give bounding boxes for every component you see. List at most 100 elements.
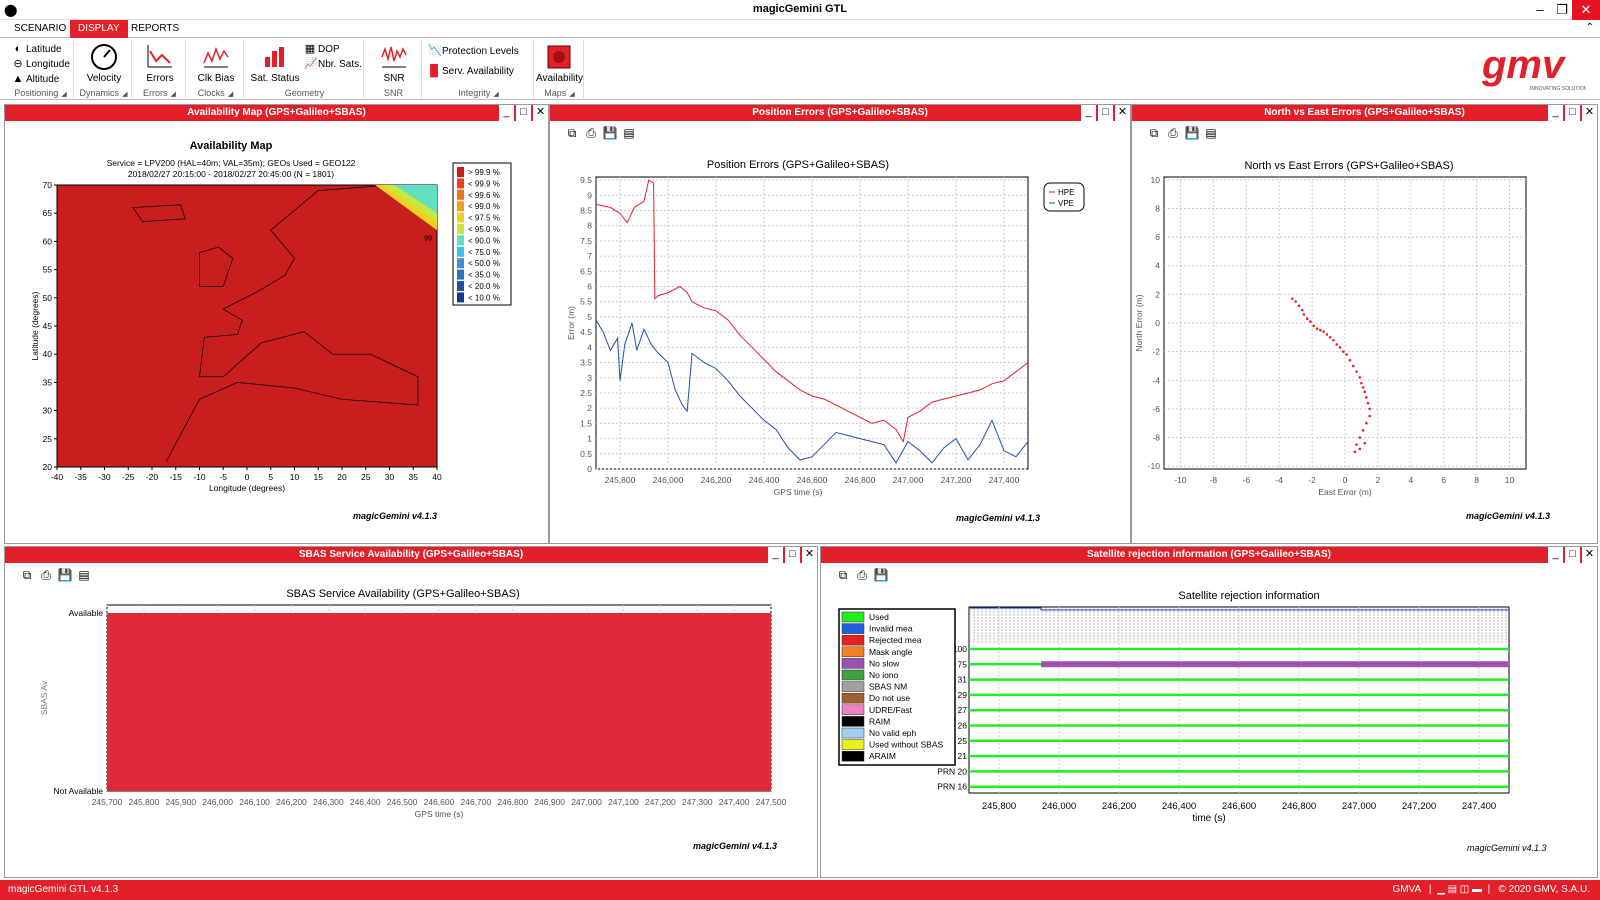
- legend-swatch: [457, 246, 464, 257]
- integrity-launcher-icon[interactable]: ◢: [493, 91, 498, 98]
- layout-tile-icon[interactable]: ▁ ▤ ◫ ▬: [1437, 884, 1482, 895]
- window-title: magicGemini GTL: [752, 3, 848, 15]
- group-positioning: ◐ Latitude ⊖ Longitude ▲ Altitude Positioni…: [8, 40, 74, 98]
- chart-subtitle: 2018/02/27 20:15:00 - 2018/02/27 20:45:0…: [128, 169, 334, 179]
- legend-swatch: [841, 704, 865, 716]
- dynamics-launcher-icon[interactable]: ◢: [122, 91, 127, 98]
- x-tick-label: 245,800: [605, 475, 636, 485]
- errors-button[interactable]: Errors: [136, 42, 184, 84]
- scatter-point: [1325, 333, 1329, 336]
- y-axis-label: North Error (m): [1134, 294, 1144, 351]
- legend-label: < 99.0 %: [468, 202, 500, 211]
- x-tick-label: 247,500: [756, 797, 787, 807]
- collapse-ribbon-icon[interactable]: ⌃: [1586, 22, 1594, 33]
- minimize-button[interactable]: –: [1528, 0, 1552, 20]
- x-tick-label: 8: [1474, 475, 1479, 485]
- position-errors-panel: Position Errors (GPS+Galileo+SBAS) _ □ ✕…: [549, 104, 1131, 544]
- snr-button[interactable]: SNR: [368, 42, 420, 84]
- version-signature: magicGemini v4.1.3: [1467, 843, 1547, 853]
- x-tick-label: 247,100: [608, 797, 639, 807]
- x-tick-label: 2: [1376, 475, 1381, 485]
- altitude-button[interactable]: ▲ Altitude: [12, 72, 60, 87]
- snr-icon: [378, 42, 410, 72]
- x-axis-label: East Error (m): [1318, 487, 1372, 497]
- scatter-point: [1361, 386, 1365, 389]
- y-tick-label: 70: [43, 180, 53, 190]
- legend-swatch: [457, 201, 464, 212]
- protection-levels-button[interactable]: 📉Protection Levels: [428, 44, 519, 59]
- chart-title: Satellite rejection information: [1178, 590, 1319, 602]
- maps-launcher-icon[interactable]: ◢: [569, 91, 574, 98]
- x-tick-label: 246,000: [1042, 801, 1076, 812]
- nbr-sats-icon: 📈: [304, 58, 318, 70]
- y-tick-label: 4: [587, 342, 592, 352]
- x-tick-label: 247,400: [719, 797, 750, 807]
- legend-label: Used: [869, 612, 889, 622]
- errors-chart-icon: [144, 42, 176, 72]
- legend-swatch: [457, 269, 464, 280]
- positioning-launcher-icon[interactable]: ◢: [61, 91, 66, 98]
- legend-label: UDRE/Fast: [869, 705, 913, 715]
- velocity-button[interactable]: Velocity: [78, 42, 130, 84]
- legend-swatch: [841, 623, 865, 634]
- scatter-point: [1355, 443, 1358, 446]
- x-tick-label: 0: [245, 472, 250, 482]
- availability-map-button[interactable]: Availability: [536, 42, 583, 84]
- legend-label: < 90.0 %: [468, 236, 500, 245]
- group-geometry: Sat. Status ▦ DOP 📈Nbr. Sats. Geometry: [246, 40, 364, 98]
- legend-swatch: [841, 716, 865, 727]
- y-tick-label: 2: [587, 403, 592, 413]
- y-tick-label: 60: [43, 236, 53, 246]
- x-tick-label: -2: [1308, 475, 1316, 485]
- y-tick-label: Not Available: [54, 786, 104, 796]
- y-tick-label: 5.5: [580, 297, 592, 307]
- latitude-button[interactable]: ◐ Latitude: [12, 42, 62, 57]
- legend-swatch: [457, 258, 464, 269]
- nbr-sats-button[interactable]: 📈Nbr. Sats.: [304, 57, 362, 72]
- svg-text:gmv: gmv: [1481, 44, 1567, 87]
- y-tick-label: -10: [1148, 461, 1161, 471]
- longitude-icon: ⊖: [13, 58, 23, 70]
- version-signature: magicGemini v4.1.3: [956, 513, 1041, 523]
- sat-rejection-chart: Satellite rejection informationN 100RN 7…: [838, 590, 1510, 824]
- scatter-point: [1338, 346, 1342, 349]
- x-tick-label: 246,000: [653, 475, 684, 485]
- sat-status-button[interactable]: Sat. Status: [248, 42, 302, 84]
- scatter-point: [1322, 330, 1325, 333]
- clk-bias-button[interactable]: Clk Bias: [190, 42, 242, 84]
- dop-button[interactable]: ▦ DOP: [304, 42, 340, 57]
- y-tick-label: 4.5: [580, 327, 592, 337]
- y-tick-label: 7.5: [580, 236, 592, 246]
- legend-label: Used without SBAS: [869, 740, 944, 750]
- scatter-point: [1358, 436, 1362, 439]
- tab-display[interactable]: DISPLAY: [70, 20, 128, 38]
- close-button[interactable]: ✕: [1572, 0, 1600, 20]
- errors-launcher-icon[interactable]: ◢: [171, 91, 176, 98]
- x-tick-label: 245,700: [92, 797, 123, 807]
- x-tick-label: 25: [361, 472, 371, 482]
- version-signature: magicGemini v4.1.3: [693, 841, 778, 851]
- longitude-button[interactable]: ⊖ Longitude: [12, 57, 70, 72]
- tab-reports[interactable]: REPORTS: [123, 20, 187, 38]
- legend-swatch: [841, 634, 865, 646]
- serv-availability-button[interactable]: █ Serv. Availability: [428, 64, 514, 79]
- tab-scenario[interactable]: SCENARIO: [6, 20, 74, 38]
- scatter-point: [1309, 320, 1312, 323]
- y-tick-label: 1: [587, 434, 592, 444]
- sbas-availability-panel: SBAS Service Availability (GPS+Galileo+S…: [4, 546, 818, 878]
- y-tick-label: 3: [587, 373, 592, 383]
- scatter-point: [1305, 317, 1309, 321]
- restore-button[interactable]: ❐: [1550, 0, 1574, 20]
- x-tick-label: 246,600: [424, 797, 455, 807]
- version-signature: magicGemini v4.1.3: [1466, 511, 1551, 521]
- y-tick-label: 6: [1155, 232, 1160, 242]
- y-tick-label: 50: [43, 293, 53, 303]
- x-tick-label: 246,100: [239, 797, 270, 807]
- scatter-point: [1358, 376, 1362, 379]
- clocks-launcher-icon[interactable]: ◢: [228, 91, 233, 98]
- legend-swatch: [457, 178, 464, 189]
- scatter-point: [1353, 450, 1357, 454]
- y-tick-label: 0: [1155, 318, 1160, 328]
- title-bar: ⬤ magicGemini GTL – ❐ ✕: [0, 0, 1600, 20]
- x-tick-label: 247,000: [893, 475, 924, 485]
